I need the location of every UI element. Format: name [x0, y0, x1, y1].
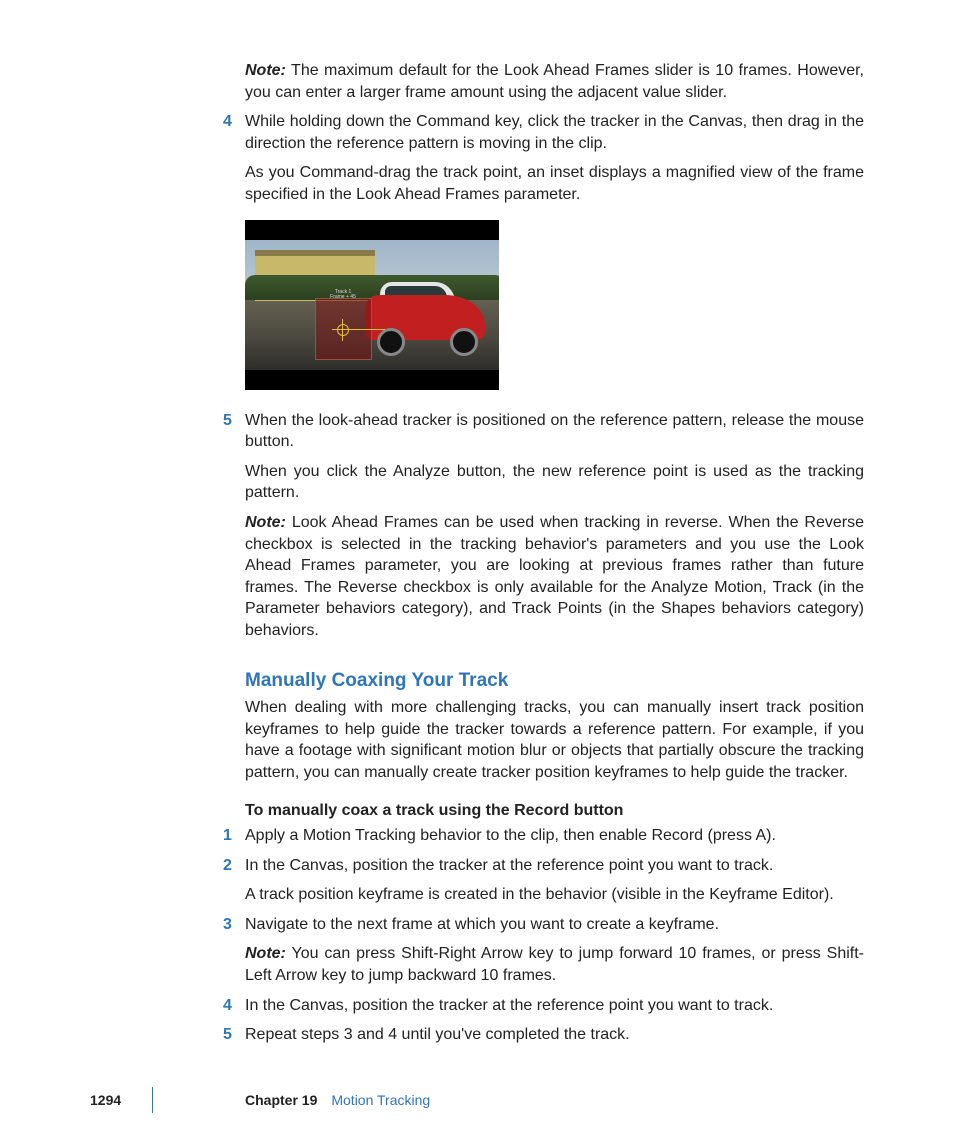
coax-step-3: 3 Navigate to the next frame at which yo…: [245, 914, 864, 987]
section-intro: When dealing with more challenging track…: [245, 697, 864, 783]
coax-step-3-note: Note: You can press Shift-Right Arrow ke…: [245, 943, 864, 986]
tracker-overlay-label: Track 1 Frame + 45: [317, 290, 369, 300]
step-5-note: Note: Look Ahead Frames can be used when…: [245, 512, 864, 642]
note-label: Note:: [245, 945, 286, 962]
step-5-note-text: Look Ahead Frames can be used when track…: [245, 514, 864, 639]
step-number: 4: [223, 111, 232, 133]
step-4-sub: As you Command-drag the track point, an …: [245, 162, 864, 205]
step-number: 1: [223, 825, 232, 847]
note-label: Note:: [245, 62, 286, 79]
coax-step-2-sub: A track position keyframe is created in …: [245, 884, 864, 906]
step-number: 5: [223, 410, 232, 432]
note-top-text: The maximum default for the Look Ahead F…: [245, 62, 864, 101]
coax-step-3-body: Navigate to the next frame at which you …: [245, 914, 864, 936]
chapter-title: Motion Tracking: [331, 1091, 430, 1110]
step-5: 5 When the look-ahead tracker is positio…: [245, 410, 864, 642]
tracker-screenshot: Track 1 Frame + 45: [245, 220, 499, 390]
sub-heading: To manually coax a track using the Recor…: [245, 800, 864, 822]
coax-step-1: 1 Apply a Motion Tracking behavior to th…: [245, 825, 864, 847]
chapter-label: Chapter 19: [245, 1091, 317, 1110]
step-number: 2: [223, 855, 232, 877]
step-number: 5: [223, 1024, 232, 1046]
step-4: 4 While holding down the Command key, cl…: [245, 111, 864, 205]
page-footer: 1294 Chapter 19 Motion Tracking: [90, 1087, 864, 1113]
footer-divider: [152, 1087, 153, 1113]
step-5-body: When the look-ahead tracker is positione…: [245, 410, 864, 453]
coax-step-1-body: Apply a Motion Tracking behavior to the …: [245, 825, 864, 847]
step-4-body: While holding down the Command key, clic…: [245, 111, 864, 154]
step-number: 4: [223, 995, 232, 1017]
tracker-crosshair-icon: [337, 324, 349, 336]
coax-step-3-note-text: You can press Shift-Right Arrow key to j…: [245, 945, 864, 984]
step-number: 3: [223, 914, 232, 936]
tracker-line: [345, 329, 385, 330]
note-label: Note:: [245, 514, 286, 531]
coax-step-5-body: Repeat steps 3 and 4 until you've comple…: [245, 1024, 864, 1046]
step-5-sub: When you click the Analyze button, the n…: [245, 461, 864, 504]
coax-step-5: 5 Repeat steps 3 and 4 until you've comp…: [245, 1024, 864, 1046]
tracker-screenshot-inner: Track 1 Frame + 45: [245, 220, 499, 390]
section-heading: Manually Coaxing Your Track: [245, 668, 864, 694]
coax-step-4: 4 In the Canvas, position the tracker at…: [245, 995, 864, 1017]
page-number: 1294: [90, 1091, 152, 1110]
coax-step-4-body: In the Canvas, position the tracker at t…: [245, 995, 864, 1017]
coax-step-2-body: In the Canvas, position the tracker at t…: [245, 855, 864, 877]
coax-step-2: 2 In the Canvas, position the tracker at…: [245, 855, 864, 906]
note-top: Note: The maximum default for the Look A…: [245, 60, 864, 103]
